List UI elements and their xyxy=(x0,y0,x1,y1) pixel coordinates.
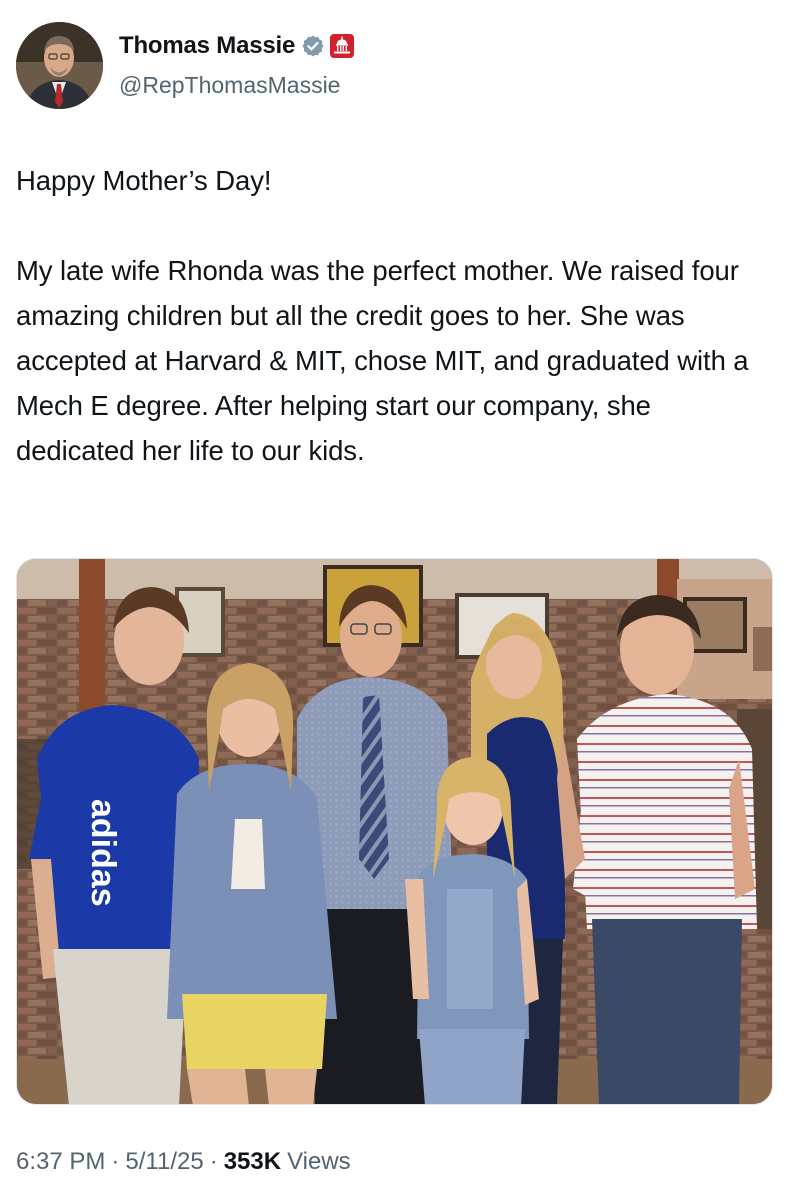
family-photo-image: adidas xyxy=(17,559,772,1104)
author-handle[interactable]: @RepThomasMassie xyxy=(119,72,340,99)
tweet-photo[interactable]: adidas xyxy=(16,558,773,1105)
us-capitol-badge-icon[interactable] xyxy=(329,33,355,59)
views-count[interactable]: 353K xyxy=(224,1148,281,1176)
svg-text:adidas: adidas xyxy=(84,799,122,907)
footer-separator: · xyxy=(209,1148,218,1175)
tweet-date[interactable]: 5/11/25 xyxy=(125,1148,203,1176)
tweet-time[interactable]: 6:37 PM xyxy=(16,1148,105,1176)
tweet-header: Thomas Massie @RepThomasMassie xyxy=(16,22,776,110)
views-label: Views xyxy=(287,1148,351,1175)
footer-separator: · xyxy=(111,1148,120,1175)
tweet-footer: 6:37 PM · 5/11/25 · 353K Views xyxy=(16,1148,351,1176)
author-avatar[interactable] xyxy=(16,22,103,109)
tweet-body-text: Happy Mother’s Day! My late wife Rhonda … xyxy=(16,165,749,466)
avatar-image xyxy=(16,22,103,109)
author-display-name[interactable]: Thomas Massie xyxy=(119,32,295,60)
author-name-row: Thomas Massie xyxy=(119,32,355,60)
verified-badge-icon[interactable] xyxy=(301,34,325,58)
